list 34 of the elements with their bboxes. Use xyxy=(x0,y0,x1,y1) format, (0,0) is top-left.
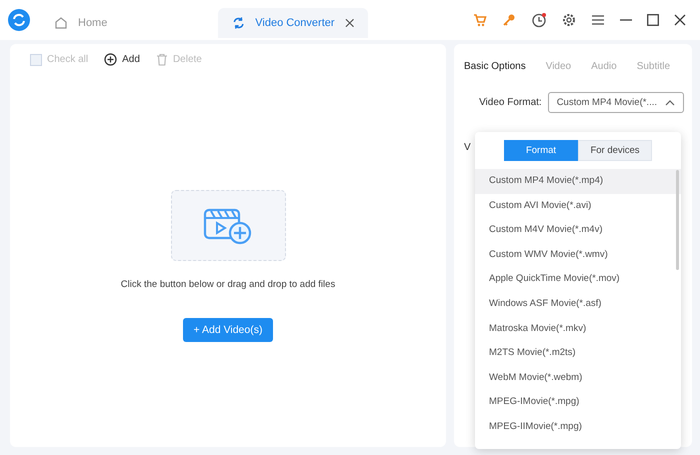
drop-zone[interactable] xyxy=(170,190,286,261)
tab[interactable]: Video Converter xyxy=(218,8,368,38)
refresh-icon xyxy=(232,16,246,30)
add-button[interactable]: Add xyxy=(104,53,140,66)
drop-hint: Click the button below or drag and drop to add files xyxy=(120,279,336,290)
option-label: V xyxy=(464,142,471,153)
format-option[interactable]: Custom MP4 Movie(*.mp4) xyxy=(475,169,681,194)
home-icon xyxy=(54,16,68,30)
close-icon[interactable] xyxy=(344,18,354,28)
format-option[interactable]: MPEG-IMovie(*.mpg) xyxy=(475,390,681,415)
format-option[interactable]: Windows ASF Movie(*.asf) xyxy=(475,292,681,317)
options-tab[interactable]: Basic Options xyxy=(464,61,526,72)
format-option[interactable]: M2TS Movie(*.m2ts) xyxy=(475,341,681,366)
format-option[interactable]: Apple QuickTime Movie(*.mov) xyxy=(475,267,681,292)
mode-tab[interactable]: For devices xyxy=(578,140,652,161)
format-option[interactable]: MPEG-IIMovie(*.mpg) xyxy=(475,414,681,440)
format-option[interactable]: Custom WMV Movie(*.wmv) xyxy=(475,242,681,268)
menu-icon[interactable] xyxy=(591,14,605,26)
clock-icon[interactable] xyxy=(531,12,547,28)
format-option[interactable]: WebM Movie(*.webm) xyxy=(475,366,681,390)
format-option[interactable]: Matroska Movie(*.mkv) xyxy=(475,316,681,342)
close-icon[interactable] xyxy=(674,14,686,26)
video-format-label: Video Format: xyxy=(479,97,542,108)
caret-icon xyxy=(665,100,675,106)
settings-icon[interactable] xyxy=(562,13,576,27)
minimize-icon[interactable] xyxy=(620,19,632,21)
format-option[interactable]: Custom AVI Movie(*.avi) xyxy=(475,194,681,218)
maximize-icon[interactable] xyxy=(647,14,659,26)
trash-icon xyxy=(156,53,168,66)
plus-circle-icon xyxy=(104,53,118,66)
video-format-select[interactable]: Custom MP4 Movie(*.... xyxy=(548,92,684,113)
scrollbar[interactable] xyxy=(676,170,679,270)
format-option[interactable]: Custom M4V Movie(*.m4v) xyxy=(475,218,681,243)
app-logo-icon xyxy=(8,9,30,31)
